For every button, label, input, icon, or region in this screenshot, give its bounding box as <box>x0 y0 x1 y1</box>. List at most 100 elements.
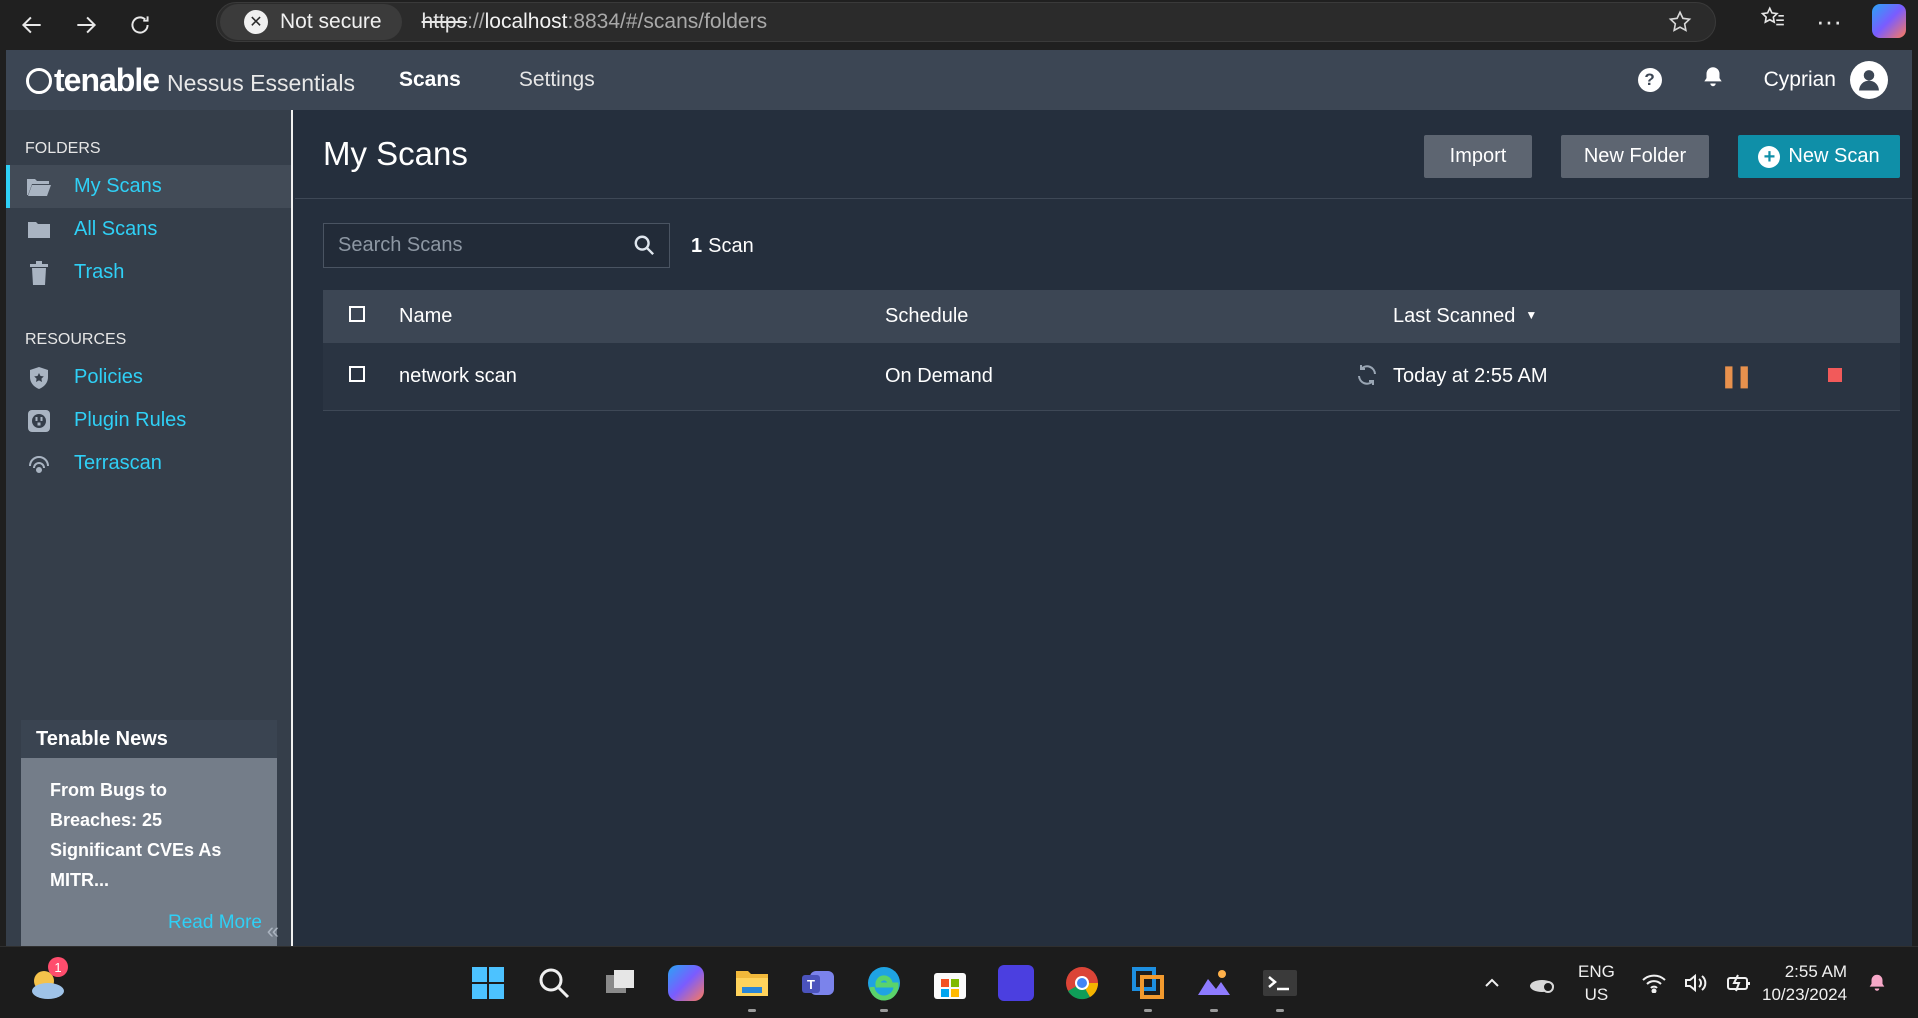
sidebar-item-label: Trash <box>74 261 125 283</box>
quick-settings[interactable] <box>1642 947 1752 1018</box>
news-title: Tenable News <box>21 720 277 758</box>
language-indicator[interactable]: ENG US <box>1578 947 1615 1018</box>
browser-toolbar: ✕ Not secure https://localhost:8834/#/sc… <box>0 0 1918 50</box>
read-more-link[interactable]: Read More <box>168 912 262 934</box>
select-all-checkbox[interactable] <box>349 306 365 322</box>
scan-count-label: Scan <box>708 235 754 257</box>
search-icon[interactable] <box>633 234 655 261</box>
copilot-app-icon[interactable] <box>668 965 704 1001</box>
news-headline[interactable]: From Bugs to Breaches: 25 Significant CV… <box>21 758 277 895</box>
sidebar-item-trash[interactable]: Trash <box>6 251 291 294</box>
show-hidden-icons[interactable] <box>1482 947 1502 1018</box>
new-scan-label: New Scan <box>1788 145 1880 167</box>
new-folder-button[interactable]: New Folder <box>1561 135 1709 178</box>
column-last-scanned[interactable]: Last Scanned ▼ <box>1393 290 1701 343</box>
url-text[interactable]: https://localhost:8834/#/scans/folders <box>422 10 768 34</box>
new-scan-button[interactable]: + New Scan <box>1738 135 1900 178</box>
top-navigation: Scans Settings <box>399 68 595 92</box>
teams-icon[interactable]: T <box>800 965 836 1001</box>
sidebar-item-my-scans[interactable]: My Scans <box>6 165 291 208</box>
nav-scans[interactable]: Scans <box>399 68 461 92</box>
clock[interactable]: 2:55 AM 10/23/2024 <box>1762 947 1847 1018</box>
user-menu[interactable]: Cyprian <box>1764 61 1888 99</box>
onedrive-icon[interactable] <box>1528 947 1556 1018</box>
not-secure-label: Not secure <box>280 10 382 33</box>
battery-charging-icon <box>1727 974 1750 992</box>
plug-icon <box>26 408 52 434</box>
table-header-row: Name Schedule Last Scanned ▼ <box>323 290 1900 343</box>
page-header: My Scans Import New Folder + New Scan <box>295 110 1912 199</box>
folders-heading: FOLDERS <box>25 140 101 157</box>
search-input[interactable] <box>338 234 618 257</box>
column-name[interactable]: Name <box>399 290 885 343</box>
resources-heading: RESOURCES <box>25 331 127 348</box>
page-title: My Scans <box>323 135 468 172</box>
task-view-icon <box>606 970 634 993</box>
arrow-left-icon <box>21 16 41 34</box>
chrome-icon[interactable] <box>1064 965 1100 1001</box>
bell-icon[interactable] <box>1700 64 1726 96</box>
terminal-icon[interactable] <box>1262 965 1298 1001</box>
back-button[interactable] <box>10 3 54 47</box>
tenable-news-panel: Tenable News From Bugs to Breaches: 25 S… <box>21 720 277 946</box>
pause-icon[interactable]: ❚❚ <box>1720 363 1754 388</box>
shield-star-icon <box>26 365 52 391</box>
taskbar-search-button[interactable] <box>536 965 572 1001</box>
stop-icon[interactable] <box>1827 367 1842 382</box>
browser-actions: ··· <box>1760 0 1918 42</box>
scans-table: Name Schedule Last Scanned ▼ network scan… <box>323 290 1900 411</box>
url-path: :8834/#/scans/folders <box>567 10 768 33</box>
help-icon[interactable]: ? <box>1637 68 1662 92</box>
more-options-icon[interactable]: ··· <box>1816 6 1842 37</box>
search-box <box>323 223 670 268</box>
file-explorer-icon[interactable] <box>734 965 770 1001</box>
clock-date: 10/23/2024 <box>1762 985 1848 1004</box>
sidebar-item-all-scans[interactable]: All Scans <box>6 208 291 251</box>
linear-app-icon[interactable] <box>998 965 1034 1001</box>
scan-count-number: 1 <box>691 235 703 257</box>
favorite-star-icon[interactable] <box>1667 9 1693 40</box>
row-checkbox[interactable] <box>349 365 365 382</box>
nessus-app: tenable Nessus Essentials Scans Settings… <box>6 50 1912 946</box>
reload-button[interactable] <box>118 3 162 47</box>
arrow-right-icon <box>77 16 97 34</box>
mountain-app-icon[interactable] <box>1196 965 1232 1001</box>
sidebar-item-plugin-rules[interactable]: Plugin Rules <box>6 399 291 442</box>
user-name: Cyprian <box>1763 68 1836 91</box>
site-info-button[interactable]: ✕ Not secure <box>220 4 402 40</box>
folder-icon <box>26 217 52 243</box>
collapse-sidebar-icon[interactable]: « <box>267 918 279 944</box>
folder-open-icon <box>26 174 52 200</box>
microsoft-store-icon[interactable] <box>932 965 968 1001</box>
volume-icon <box>1685 973 1707 993</box>
forward-button[interactable] <box>64 3 108 47</box>
url-scheme: https <box>421 10 468 33</box>
scan-name[interactable]: network scan <box>399 343 885 411</box>
vmware-icon[interactable] <box>1130 965 1166 1001</box>
nav-settings[interactable]: Settings <box>519 68 595 92</box>
import-button[interactable]: Import <box>1424 135 1532 178</box>
sidebar-item-policies[interactable]: Policies <box>6 356 291 399</box>
notifications-icon[interactable] <box>1866 947 1888 1018</box>
weather-widget[interactable]: 1 <box>28 957 68 1003</box>
sidebar-item-terrascan[interactable]: Terrascan <box>6 442 291 485</box>
tenable-logo[interactable]: tenable Nessus Essentials <box>26 62 355 99</box>
table-row[interactable]: network scan On Demand Today at 2:55 AM … <box>323 343 1900 411</box>
trash-icon <box>26 260 52 286</box>
notification-bell-icon <box>1869 974 1885 991</box>
column-schedule[interactable]: Schedule <box>885 290 1393 343</box>
windows-logo-icon <box>472 967 504 999</box>
edge-icon[interactable] <box>866 965 902 1001</box>
scan-count: 1 Scan <box>691 235 754 258</box>
sidebar-item-label: Terrascan <box>74 452 162 474</box>
copilot-icon[interactable] <box>1872 4 1906 38</box>
favorites-icon[interactable] <box>1760 5 1786 38</box>
tenable-ring-icon <box>26 67 52 94</box>
task-view-button[interactable] <box>602 965 638 1001</box>
plus-circle-icon: + <box>1758 145 1781 168</box>
windows-taskbar: 1 T ENG US 2:55 AM 10/23/2024 <box>0 946 1918 1018</box>
start-button[interactable] <box>470 965 506 1001</box>
address-bar[interactable]: ✕ Not secure https://localhost:8834/#/sc… <box>216 2 1716 42</box>
region-code: US <box>1584 985 1609 1004</box>
sidebar-item-label: All Scans <box>74 218 158 240</box>
